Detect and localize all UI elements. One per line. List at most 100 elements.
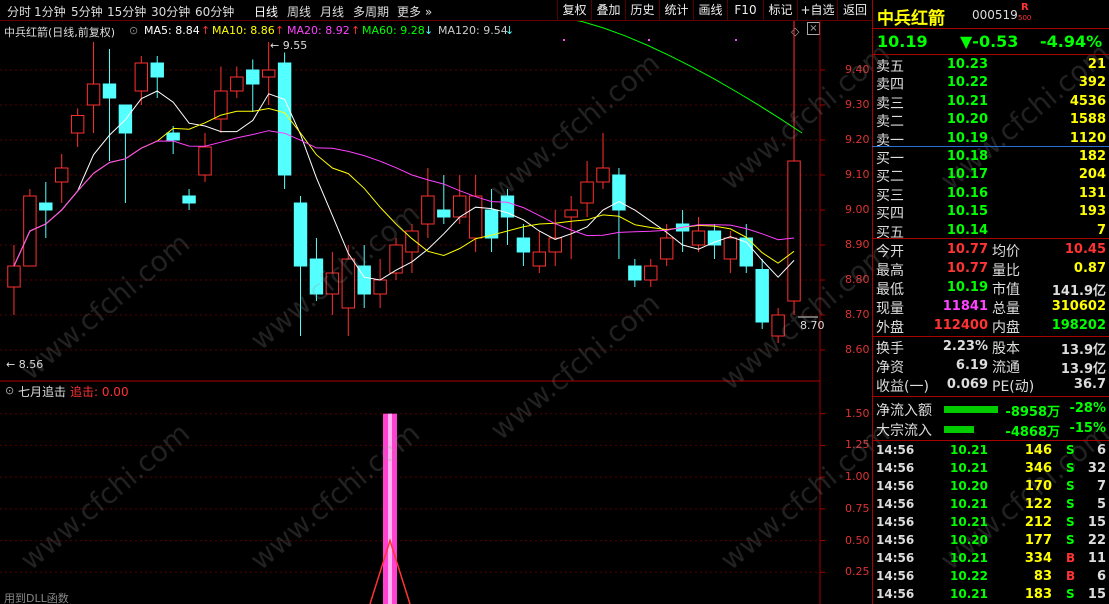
period-tab-1min[interactable]: 1分钟 xyxy=(34,3,66,20)
stats-button[interactable]: 统计 xyxy=(659,0,693,21)
adjust-button[interactable]: 复权 xyxy=(557,0,591,21)
back-button[interactable]: 返回 xyxy=(837,0,872,21)
fundamental-label: 股本 xyxy=(992,341,1020,357)
index-badge: 500 xyxy=(1018,14,1032,22)
flow-label: 大宗流入 xyxy=(876,423,932,439)
candle xyxy=(166,132,180,141)
indicator-footer: 用到DLL函数 xyxy=(4,592,69,604)
flow-bar xyxy=(944,426,974,433)
divider xyxy=(872,238,1109,239)
tick-time: 14:56 xyxy=(876,497,915,511)
ma60-line xyxy=(576,21,803,134)
f10-button[interactable]: F10 xyxy=(727,0,763,21)
stat-label: 均价 xyxy=(992,244,1020,260)
candle xyxy=(7,265,21,288)
tick-side: S xyxy=(1066,515,1075,529)
tick-side: S xyxy=(1066,497,1075,511)
price-axis-label: 9.00 xyxy=(845,203,870,216)
period-tab-15min[interactable]: 15分钟 xyxy=(107,3,146,20)
kline-chart[interactable] xyxy=(0,21,872,604)
stat-value: 10.77 xyxy=(946,242,988,257)
period-tab-weekly[interactable]: 周线 xyxy=(287,3,311,20)
spread-divider xyxy=(872,146,1109,147)
candle xyxy=(389,244,403,274)
stat-label: 量比 xyxy=(992,263,1020,279)
stat-value: 11841 xyxy=(942,299,988,314)
candle xyxy=(246,69,260,85)
tick-price: 10.22 xyxy=(950,569,988,583)
bid-label: 买一 xyxy=(876,151,904,167)
period-tab-daily[interactable]: 日线 xyxy=(254,3,278,20)
tick-time: 14:56 xyxy=(876,551,915,565)
candle xyxy=(755,269,769,323)
indicator-toggle-icon[interactable]: ⊙ xyxy=(5,384,14,397)
flow-pct: -28% xyxy=(1069,401,1106,416)
bid-volume: 204 xyxy=(1078,167,1106,183)
candle xyxy=(628,265,642,281)
tick-volume: 212 xyxy=(1024,515,1052,530)
add-watchlist-button[interactable]: +自选 xyxy=(797,0,837,21)
candle xyxy=(437,209,451,218)
stock-code: 000519 xyxy=(972,8,1018,22)
price-axis-label: 8.70 xyxy=(845,308,870,321)
stat-label: 最低 xyxy=(876,282,904,298)
ask-volume: 4536 xyxy=(1069,93,1106,109)
indicator-name: 七月追击 xyxy=(18,385,67,399)
fundamental-label: 流通 xyxy=(992,360,1020,376)
period-tab-60min[interactable]: 60分钟 xyxy=(195,3,234,20)
period-tab-monthly[interactable]: 月线 xyxy=(320,3,344,20)
history-button[interactable]: 历史 xyxy=(625,0,659,21)
candle xyxy=(293,202,308,267)
indicator-axis-label: 1.50 xyxy=(845,406,870,420)
candle xyxy=(261,69,276,78)
candle xyxy=(86,83,101,106)
indicator-axis-label: 0.50 xyxy=(845,533,870,547)
stat-value: 112400 xyxy=(933,318,988,333)
candle xyxy=(596,167,610,183)
indicator-axis-label: 1.25 xyxy=(845,438,870,452)
fundamental-label: 换手 xyxy=(876,341,904,357)
fundamental-label: 收益(一) xyxy=(876,379,929,395)
tick-volume: 346 xyxy=(1024,461,1052,476)
stat-label: 今开 xyxy=(876,244,904,260)
fundamental-label: 净资 xyxy=(876,360,904,376)
period-tab-multi[interactable]: 多周期 xyxy=(353,3,389,20)
flow-label: 净流入额 xyxy=(876,403,932,419)
bid-volume: 193 xyxy=(1078,204,1106,220)
mark-button[interactable]: 标记 xyxy=(763,0,797,21)
price-change: ▼-0.53 xyxy=(960,32,1019,51)
stat-label: 总量 xyxy=(992,301,1020,317)
low-price-label: ← 8.56 xyxy=(6,358,44,371)
ask-price: 10.21 xyxy=(946,93,988,109)
tick-price: 10.21 xyxy=(950,587,988,601)
fundamental-value: 0.069 xyxy=(946,377,988,392)
tick-side: S xyxy=(1066,533,1075,547)
bid-price: 10.17 xyxy=(946,167,988,183)
high-price-label: ← 9.55 xyxy=(270,39,308,52)
divider xyxy=(872,54,1109,55)
stat-value: 310602 xyxy=(1051,299,1106,314)
period-tab-30min[interactable]: 30分钟 xyxy=(151,3,190,20)
tick-volume: 170 xyxy=(1024,479,1052,494)
stat-label: 最高 xyxy=(876,263,904,279)
bid-volume: 7 xyxy=(1096,222,1106,238)
divider xyxy=(872,28,1109,29)
divider xyxy=(872,440,1109,441)
ask-label: 卖五 xyxy=(876,59,904,75)
period-tab-5min[interactable]: 5分钟 xyxy=(71,3,103,20)
stat-value: 141.9亿 xyxy=(1051,284,1106,299)
bid-label: 买三 xyxy=(876,187,904,204)
stat-value: 198202 xyxy=(1051,318,1106,333)
period-tab-more[interactable]: 更多 » xyxy=(397,3,432,20)
price-axis-label: 8.80 xyxy=(845,273,870,286)
overlay-button[interactable]: 叠加 xyxy=(591,0,625,21)
stat-label: 外盘 xyxy=(876,320,904,336)
bid-price: 10.18 xyxy=(946,149,988,164)
candle xyxy=(771,314,785,337)
fundamental-label: PE(动) xyxy=(992,379,1035,395)
draw-button[interactable]: 画线 xyxy=(693,0,727,21)
ask-label: 卖二 xyxy=(876,114,904,131)
ask-volume: 1120 xyxy=(1069,130,1106,146)
period-tab-intraday[interactable]: 分时 xyxy=(7,3,31,20)
tick-price: 10.21 xyxy=(950,551,988,565)
